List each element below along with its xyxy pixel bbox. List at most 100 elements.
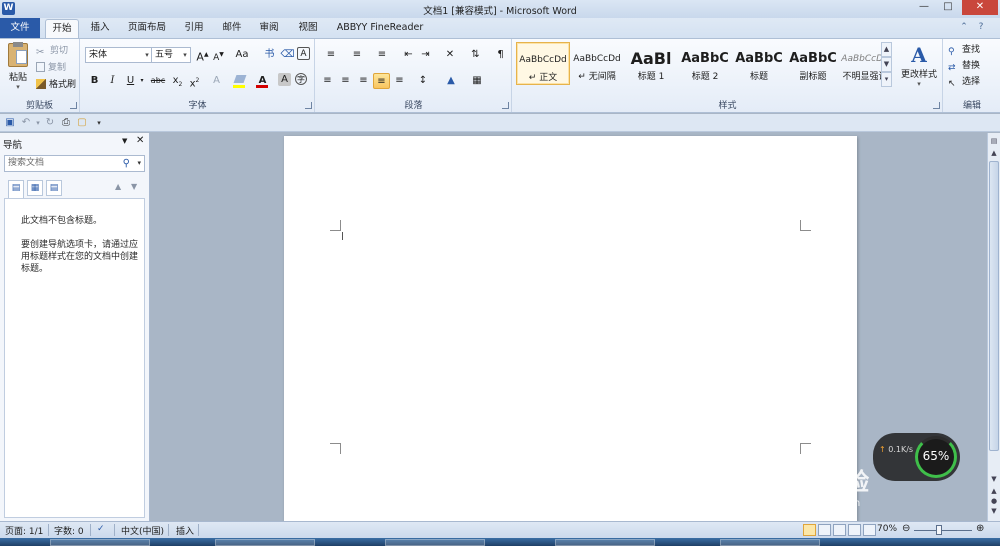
text-effects-icon[interactable]: A	[208, 73, 225, 89]
tab-review[interactable]: 审阅	[253, 19, 285, 38]
font-name-combo[interactable]: 宋体 ▾	[85, 47, 153, 63]
borders-icon[interactable]: ▦	[467, 73, 487, 89]
tab-browse-results[interactable]: ▤	[46, 180, 62, 196]
style-subtitle[interactable]: AaBbC 副标题	[786, 42, 840, 85]
language-indicator[interactable]: 中文(中国)	[121, 524, 164, 537]
sort-icon[interactable]: ⇅	[467, 47, 484, 63]
customize-qat-icon[interactable]: ▾	[93, 117, 105, 129]
outline-view-icon[interactable]	[848, 524, 861, 536]
font-size-combo[interactable]: 五号 ▾	[151, 47, 191, 63]
tab-references[interactable]: 引用	[178, 19, 210, 38]
tab-view[interactable]: 视图	[292, 19, 324, 38]
clipboard-launcher-icon[interactable]	[70, 102, 77, 109]
phonetic-guide-icon[interactable]: 书	[261, 47, 278, 63]
previous-heading-icon[interactable]: ▲	[115, 182, 121, 191]
page-count[interactable]: 页面: 1/1	[5, 524, 43, 537]
align-right-icon[interactable]: ≡	[355, 73, 372, 89]
tab-browse-headings[interactable]: ▤	[8, 180, 24, 199]
print-layout-view-icon[interactable]	[803, 524, 816, 536]
character-border-icon[interactable]: A	[297, 47, 310, 60]
close-icon[interactable]: ✕	[136, 135, 144, 146]
chevron-down-icon[interactable]: ▾	[32, 117, 44, 129]
change-styles-button[interactable]: A 更改样式 ▾	[898, 43, 940, 95]
show-marks-icon[interactable]: ¶	[492, 47, 509, 63]
print-icon[interactable]: ⎙	[60, 117, 72, 129]
next-page-icon[interactable]: ▼	[988, 505, 1000, 517]
gallery-up-icon[interactable]: ▲	[881, 42, 892, 57]
copy-button[interactable]: 复制	[36, 61, 66, 75]
gallery-down-icon[interactable]: ▼	[881, 57, 892, 72]
taskbar-item[interactable]	[215, 539, 315, 546]
highlight-button[interactable]	[231, 73, 248, 89]
enclose-characters-icon[interactable]: 字	[295, 73, 307, 85]
tab-insert[interactable]: 插入	[84, 19, 116, 38]
underline-button[interactable]: U	[122, 73, 139, 89]
decrease-indent-icon[interactable]: ⇤	[400, 47, 417, 63]
minimize-icon[interactable]: —	[912, 0, 936, 15]
cut-button[interactable]: ✂ 剪切	[36, 44, 68, 58]
replace-button[interactable]: ⇄ 替换	[948, 59, 980, 73]
numbering-icon[interactable]: ≡	[345, 47, 369, 63]
bullets-icon[interactable]: ≡	[319, 47, 343, 63]
ruler-toggle-icon[interactable]: ▤	[988, 135, 1000, 147]
taskbar-item[interactable]	[50, 539, 150, 546]
word-count[interactable]: 字数: 0	[54, 524, 84, 537]
save-icon[interactable]: ▣	[4, 117, 16, 129]
taskbar-item[interactable]	[555, 539, 655, 546]
zoom-in-icon[interactable]: ⊕	[976, 523, 984, 534]
maximize-icon[interactable]: □	[936, 0, 960, 15]
undo-icon[interactable]: ↶	[20, 117, 32, 129]
style-normal[interactable]: AaBbCcDd ↵ 正文	[516, 42, 570, 85]
paste-button[interactable]: 粘贴 ▾	[4, 42, 32, 93]
font-launcher-icon[interactable]	[305, 102, 312, 109]
nav-pane-menu-icon[interactable]: ▼	[122, 137, 127, 145]
zoom-level[interactable]: 70%	[877, 524, 897, 534]
taskbar-item[interactable]	[720, 539, 820, 546]
tab-mailings[interactable]: 邮件	[216, 19, 248, 38]
tab-file[interactable]: 文件	[0, 18, 40, 38]
gallery-more-icon[interactable]: ▾	[881, 72, 892, 87]
tab-browse-pages[interactable]: ▦	[27, 180, 43, 196]
format-painter-button[interactable]: 格式刷	[36, 78, 76, 92]
tab-page-layout[interactable]: 页面布局	[124, 19, 170, 38]
draft-view-icon[interactable]	[863, 524, 876, 536]
zoom-slider[interactable]	[914, 530, 972, 531]
help-icon[interactable]: ?	[975, 21, 987, 33]
shrink-font-button[interactable]: A▼	[210, 47, 227, 63]
bold-button[interactable]: B	[86, 73, 103, 89]
style-heading-2[interactable]: AaBbC 标题 2	[678, 42, 732, 85]
multilevel-list-icon[interactable]: ≡	[371, 47, 393, 63]
open-folder-icon[interactable]: ▢	[76, 117, 88, 129]
scroll-thumb[interactable]	[989, 161, 999, 451]
chevron-down-icon[interactable]: ▾	[137, 156, 141, 171]
chevron-down-icon[interactable]: ▾	[138, 73, 146, 89]
insert-mode[interactable]: 插入	[176, 524, 194, 537]
align-center-icon[interactable]: ≡	[337, 73, 354, 89]
distributed-icon[interactable]: ≡	[391, 73, 408, 89]
chinese-layout-icon[interactable]: ✕	[440, 47, 460, 63]
proofing-icon[interactable]: ✓	[97, 524, 105, 534]
strikethrough-button[interactable]: abc	[148, 73, 168, 89]
zoom-slider-thumb[interactable]	[936, 525, 942, 535]
character-shading-button[interactable]: A	[278, 73, 291, 86]
close-icon[interactable]: ✕	[962, 0, 998, 15]
search-icon[interactable]: ⚲	[123, 156, 130, 171]
grow-font-button[interactable]: A▲	[194, 47, 211, 64]
styles-launcher-icon[interactable]	[933, 102, 940, 109]
minimize-ribbon-icon[interactable]: ⌃	[958, 21, 970, 33]
justify-icon[interactable]: ≡	[373, 73, 390, 89]
web-layout-icon[interactable]	[833, 524, 846, 536]
next-heading-icon[interactable]: ▼	[131, 182, 137, 191]
paragraph-launcher-icon[interactable]	[502, 102, 509, 109]
scroll-down-icon[interactable]: ▼	[988, 473, 1000, 485]
style-heading-1[interactable]: AaBl 标题 1	[624, 42, 678, 85]
shading-icon[interactable]: ▲	[441, 73, 461, 89]
vertical-scrollbar[interactable]: ▤ ▲ ▼ ▲ ● ▼	[987, 133, 1000, 521]
tab-abbyy[interactable]: ABBYY FineReader 11	[330, 19, 430, 51]
clear-formatting-icon[interactable]: ⌫	[279, 47, 296, 63]
tab-home[interactable]: 开始	[45, 19, 79, 38]
italic-button[interactable]: I	[104, 73, 121, 89]
scroll-up-icon[interactable]: ▲	[988, 147, 1000, 159]
font-color-button[interactable]: A	[254, 73, 271, 89]
line-spacing-icon[interactable]: ↕	[413, 73, 433, 89]
